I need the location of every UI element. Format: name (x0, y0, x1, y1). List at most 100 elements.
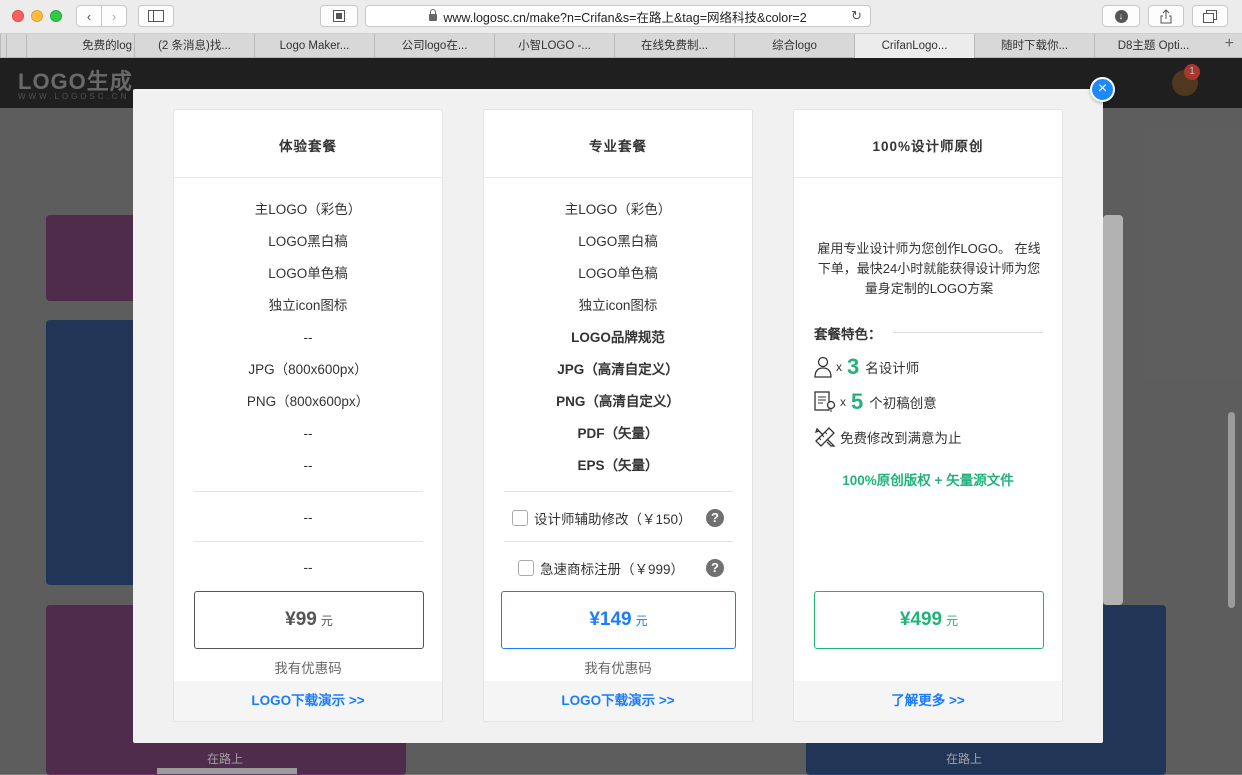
chevron-left-icon: ‹ (86, 8, 92, 24)
price-unit: 元 (946, 614, 959, 628)
stat-designers: x 3 名设计师 (814, 353, 919, 381)
url-text: www.logosc.cn/make?n=Crifan&s=在路上&tag=网络… (443, 10, 807, 25)
browser-tab[interactable]: 小智LOGO -... (494, 34, 614, 58)
minimize-window-button[interactable] (31, 10, 43, 22)
plan-feature: -- (303, 426, 313, 441)
lock-icon (429, 8, 438, 21)
browser-tab[interactable]: 免费的log (26, 34, 134, 58)
plan-feature: LOGO品牌规范 (571, 330, 665, 345)
divider (504, 491, 733, 492)
browser-tab[interactable]: 公司logo在... (374, 34, 494, 58)
plan-card-designer: 100%设计师原创 雇用专业设计师为您创作LOGO。 在线下单，最快24小时就能… (793, 109, 1063, 722)
plan-addon: -- (303, 510, 313, 525)
divider (504, 541, 733, 542)
browser-tab[interactable]: (2 条消息)找... (134, 34, 254, 58)
divider (194, 491, 423, 492)
browser-toolbar: ‹ › www.logosc.cn/make?n=Crifan&s=在路上&ta… (0, 0, 1242, 34)
browser-tab-active[interactable]: CrifanLogo... (854, 34, 974, 58)
back-button[interactable]: ‹ (76, 5, 102, 27)
addon-checkbox[interactable] (518, 560, 534, 576)
browser-tab[interactable]: D8主题 Opti... (1094, 34, 1212, 58)
stat-label: 个初稿创意 (869, 396, 937, 411)
forward-button[interactable]: › (101, 5, 127, 27)
plan-addon: -- (303, 560, 313, 575)
price-value: 149 (599, 609, 632, 630)
help-icon[interactable]: ? (706, 559, 724, 577)
plan-feature: JPG（高清自定义） (557, 362, 679, 377)
coupon-link[interactable]: 我有优惠码 (484, 657, 752, 677)
buy-pro-button[interactable]: ¥149 元 (501, 591, 736, 649)
share-icon (1160, 8, 1172, 23)
reader-icon (333, 10, 345, 22)
plan-title: 专业套餐 (484, 110, 752, 178)
browser-tab[interactable]: 在线免费制... (614, 34, 734, 58)
tab-overview-icon (1203, 9, 1217, 23)
addon-designer-revision[interactable]: 设计师辅助修改（￥150） ? (512, 506, 726, 530)
plan-feature: 独立icon图标 (268, 298, 348, 313)
download-icon: ↓ (1114, 9, 1128, 23)
reader-button[interactable] (320, 5, 358, 27)
stat-label: 免费修改到满意为止 (840, 431, 962, 446)
plan-feature: LOGO单色稿 (578, 266, 658, 281)
tab-pinned[interactable] (6, 34, 26, 58)
stat-number: 3 (847, 354, 860, 379)
address-bar[interactable]: www.logosc.cn/make?n=Crifan&s=在路上&tag=网络… (365, 5, 871, 27)
divider (194, 541, 423, 542)
stat-label: 名设计师 (865, 361, 920, 376)
addon-checkbox[interactable] (512, 510, 528, 526)
browser-tab[interactable]: 随时下载你... (974, 34, 1094, 58)
help-icon[interactable]: ? (706, 509, 724, 527)
sidebar-icon (148, 10, 164, 22)
zoom-window-button[interactable] (50, 10, 62, 22)
plan-feature: 主LOGO（彩色） (564, 202, 672, 217)
plan-feature: LOGO单色稿 (268, 266, 348, 281)
pencil-ruler-icon (814, 427, 836, 447)
stat-drafts: x 5 个初稿创意 (814, 388, 937, 416)
browser-tab[interactable]: Logo Maker... (254, 34, 374, 58)
addon-trademark[interactable]: 急速商标注册（￥999） ? (518, 556, 726, 580)
plan-feature: EPS（矢量） (577, 458, 659, 473)
tab-overview-button[interactable] (1192, 5, 1228, 27)
addon-label: 急速商标注册（￥999） (540, 562, 685, 577)
browser-tab[interactable]: 综合logo (734, 34, 854, 58)
stat-revisions: 免费修改到满意为止 (814, 423, 962, 451)
share-button[interactable] (1148, 5, 1184, 27)
price-unit: 元 (635, 614, 648, 628)
sidebar-toggle-button[interactable] (138, 5, 174, 27)
buy-trial-button[interactable]: ¥99 元 (194, 591, 424, 649)
download-demo-link[interactable]: LOGO下载演示 >> (174, 681, 442, 721)
stat-number: 5 (851, 389, 864, 414)
plan-feature: JPG（800x600px） (248, 362, 368, 377)
page-scrollbar[interactable] (1228, 412, 1235, 608)
downloads-button[interactable]: ↓ (1102, 5, 1140, 27)
plan-feature: PNG（高清自定义） (556, 394, 680, 409)
designer-icon (814, 356, 832, 378)
new-tab-button[interactable]: + (1225, 35, 1234, 53)
plan-feature: LOGO黑白稿 (578, 234, 658, 249)
plan-feature: -- (303, 458, 313, 473)
close-modal-button[interactable]: × (1090, 77, 1115, 102)
price-value: 99 (295, 609, 317, 630)
close-icon: × (1097, 80, 1108, 97)
features-label: 套餐特色： (814, 327, 882, 342)
learn-more-link[interactable]: 了解更多 >> (794, 681, 1062, 721)
buy-designer-button[interactable]: ¥499 元 (814, 591, 1044, 649)
divider (893, 332, 1043, 333)
plan-feature: PDF（矢量） (577, 426, 659, 441)
chevron-right-icon: › (111, 8, 117, 24)
plan-feature: -- (303, 330, 313, 345)
plan-feature: 独立icon图标 (578, 298, 658, 313)
plan-title: 体验套餐 (174, 110, 442, 178)
coupon-link[interactable]: 我有优惠码 (174, 657, 442, 677)
plan-description: 雇用专业设计师为您创作LOGO。 在线下单，最快24小时就能获得设计师为您量身定… (817, 241, 1041, 296)
plan-card-trial: 体验套餐 主LOGO（彩色） LOGO黑白稿 LOGO单色稿 独立icon图标 … (173, 109, 443, 722)
download-demo-link[interactable]: LOGO下载演示 >> (484, 681, 752, 721)
plan-feature: LOGO黑白稿 (268, 234, 348, 249)
price-unit: 元 (320, 614, 333, 628)
plan-card-pro: 专业套餐 主LOGO（彩色） LOGO黑白稿 LOGO单色稿 独立icon图标 … (483, 109, 753, 722)
plan-feature: 主LOGO（彩色） (254, 202, 362, 217)
close-window-button[interactable] (12, 10, 24, 22)
draft-idea-icon (814, 391, 836, 412)
browser-tab-bar: 免费的log (2 条消息)找... Logo Maker... 公司logo在… (0, 34, 1242, 58)
reload-icon[interactable]: ↻ (851, 8, 862, 24)
